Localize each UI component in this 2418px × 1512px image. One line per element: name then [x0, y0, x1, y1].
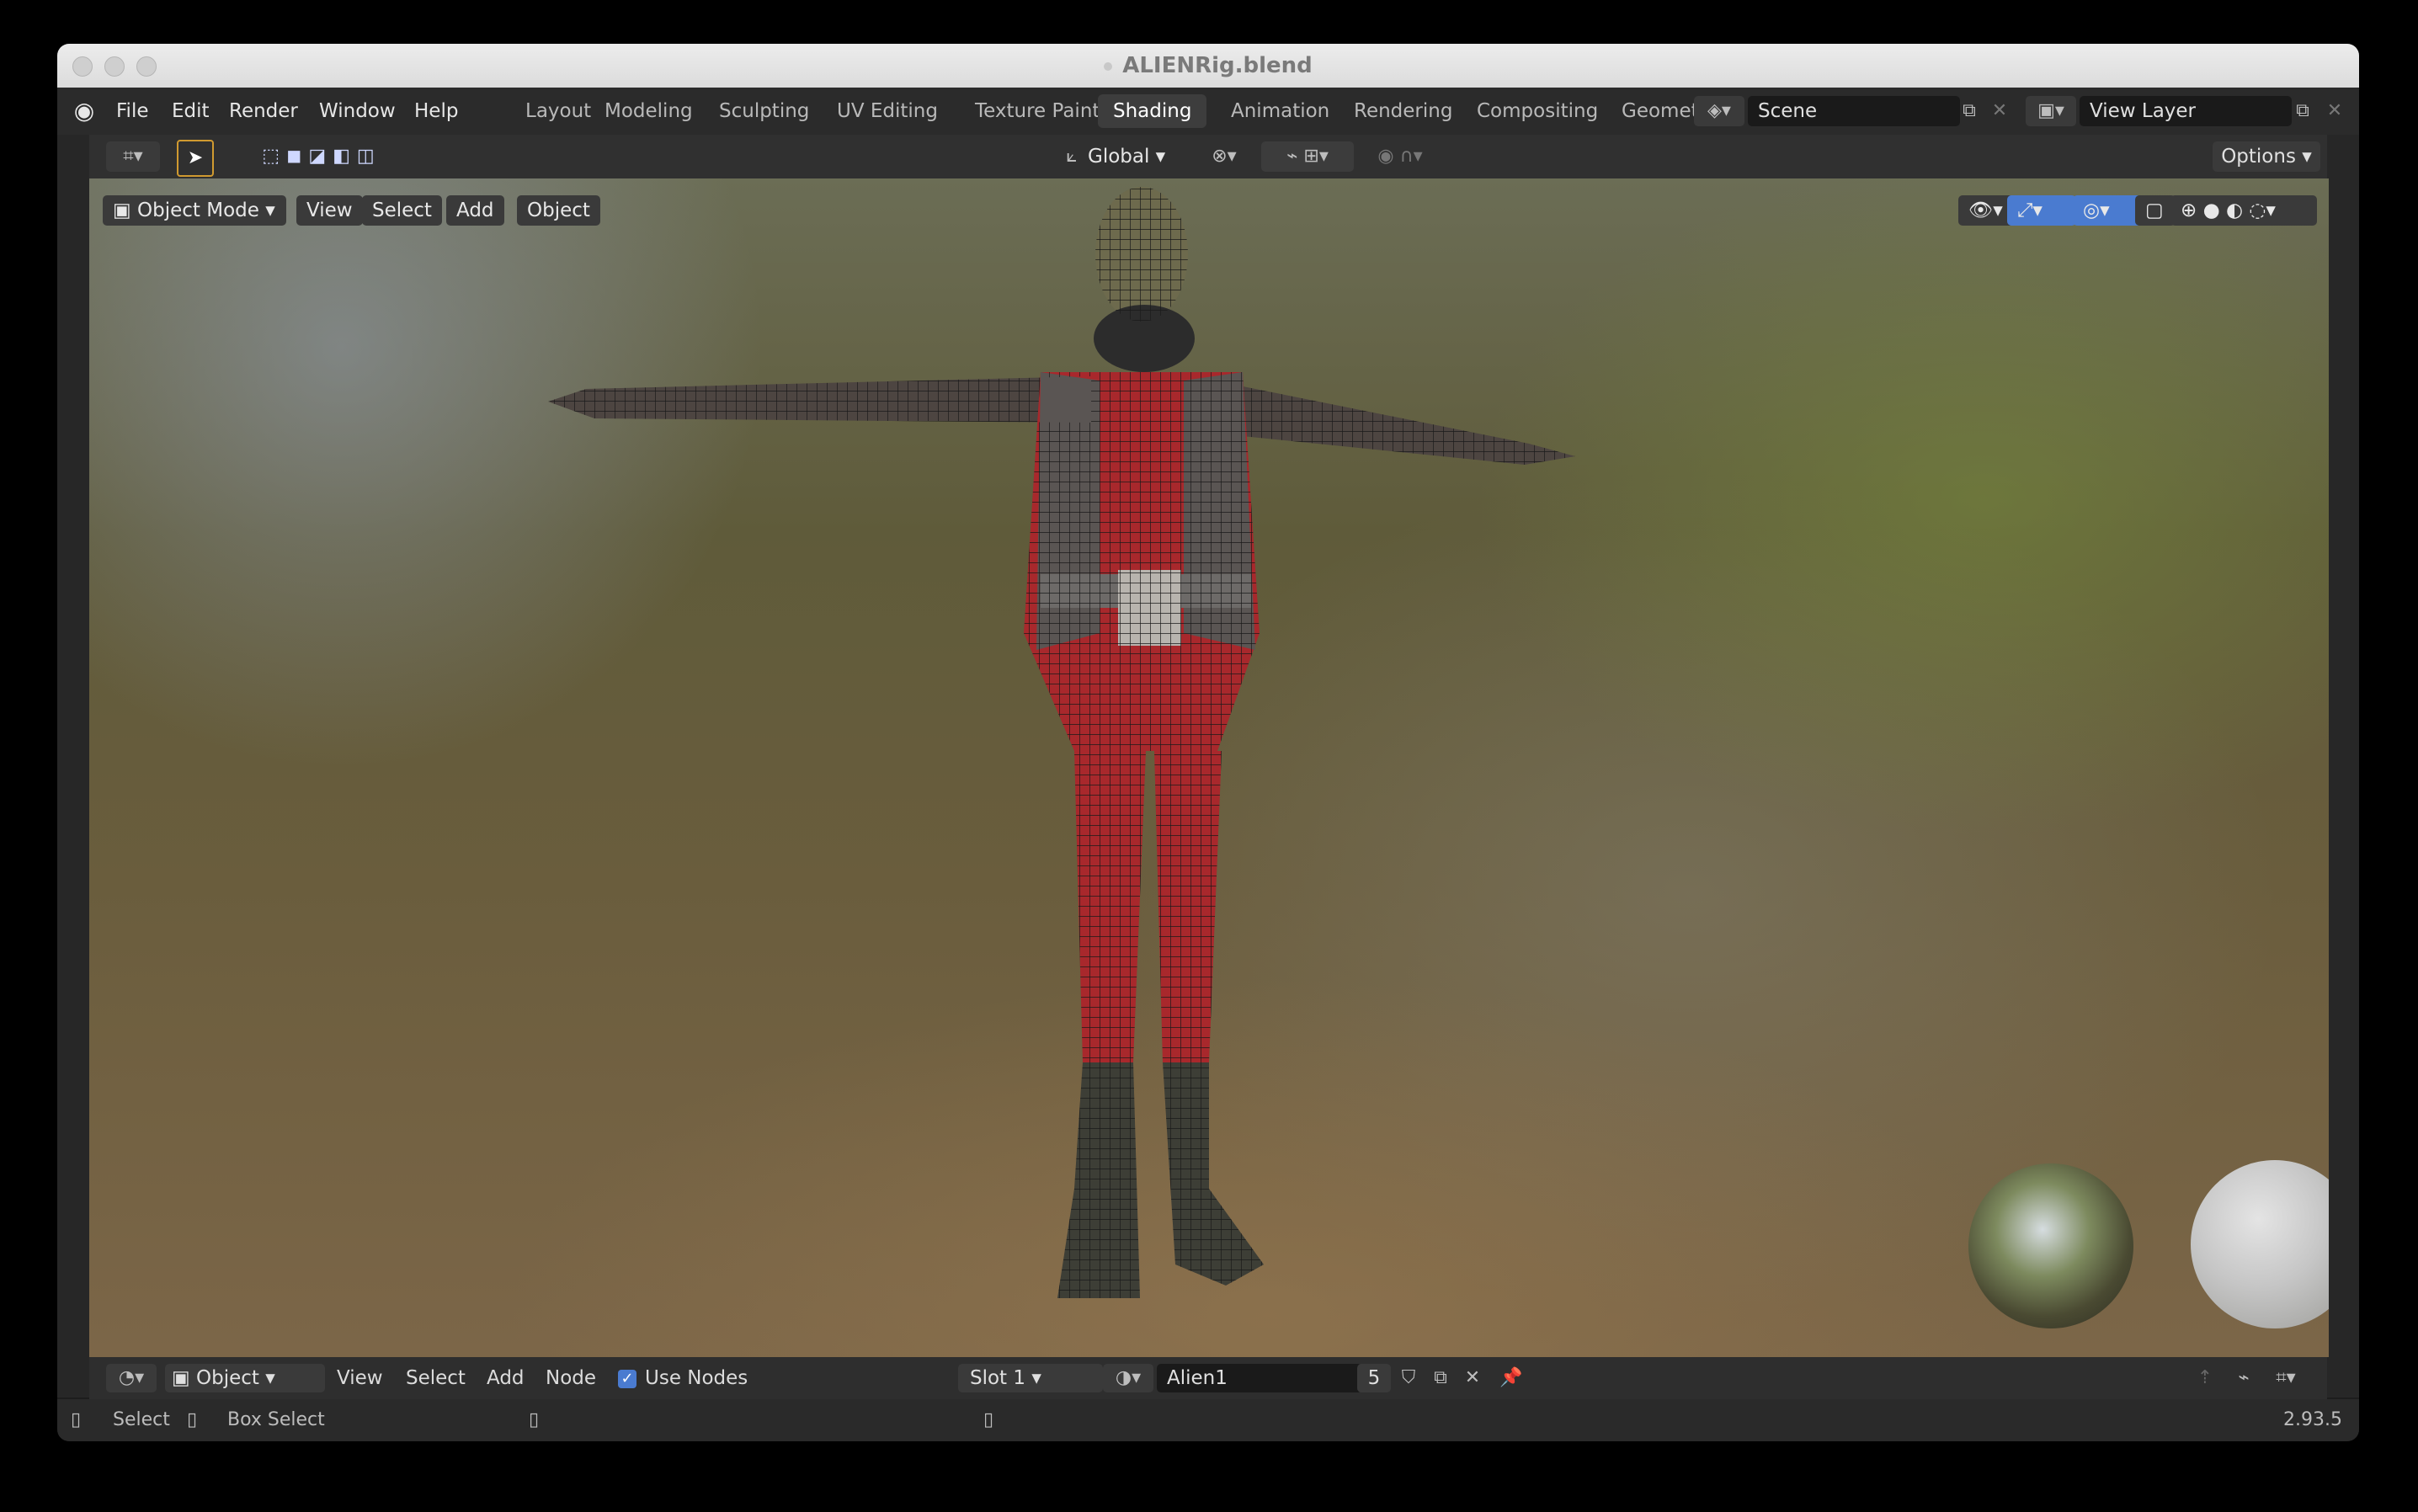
menu-window[interactable]: Window	[319, 88, 396, 135]
tab-texture-paint[interactable]: Texture Paint	[960, 94, 1115, 128]
scene-browse-icon[interactable]: ◈▾	[1694, 96, 1744, 126]
snapping-icon[interactable]: ⌁	[2229, 1364, 2258, 1392]
left-mouse-icon: ▯	[71, 1409, 82, 1430]
scene-name-field[interactable]: Scene	[1748, 96, 1960, 126]
scene-name: Scene	[1758, 100, 1818, 122]
delete-view-layer-icon[interactable]: ✕	[2320, 96, 2349, 126]
options-dropdown[interactable]: Options ▾	[2213, 141, 2320, 172]
editor-type-icon[interactable]: ⌗▾	[106, 141, 160, 172]
tab-compositing[interactable]: Compositing	[1462, 94, 1613, 128]
use-nodes-toggle[interactable]: ✓ Use Nodes	[618, 1357, 748, 1399]
transform-orientation-icon[interactable]: ⟀	[1057, 141, 1086, 172]
hdri-reflective-sphere	[1968, 1163, 2133, 1328]
status-bar: ▯ Select ▯ Box Select ▯ ▯ 2.93.5	[57, 1399, 2359, 1441]
options-label: Options	[2221, 146, 2296, 168]
parent-node-tree-icon[interactable]: ⇡	[2191, 1364, 2219, 1392]
window-title: ALIENRig.blend	[57, 44, 2359, 88]
shader-editor-header: ◔▾ ▣ Object ▾ View Select Add Node ✓ Use …	[89, 1357, 2327, 1399]
slot-label: Slot 1	[970, 1367, 1026, 1389]
shader-menu-node[interactable]: Node	[546, 1357, 596, 1399]
select-tool-icon[interactable]: ➤	[177, 140, 214, 177]
proportional-editing-icon[interactable]: ◉ ∩▾	[1362, 141, 1438, 172]
orientation-label: Global	[1088, 146, 1150, 168]
tab-uv-editing[interactable]: UV Editing	[822, 94, 953, 128]
view-layer-name: View Layer	[2090, 100, 2197, 122]
blender-version: 2.93.5	[2283, 1409, 2342, 1430]
material-slot-dropdown[interactable]: Slot 1 ▾	[958, 1364, 1103, 1392]
tab-animation[interactable]: Animation	[1216, 94, 1345, 128]
right-editor-strip	[2327, 135, 2359, 1398]
menu-render[interactable]: Render	[229, 88, 298, 135]
fake-user-shield-icon[interactable]: ⛉	[1394, 1364, 1423, 1392]
delete-scene-icon[interactable]: ✕	[1985, 96, 2014, 126]
pivot-point-icon[interactable]: ⊗▾	[1199, 141, 1249, 172]
tool-settings-bar: ⌗▾ ➤ ⬚◼◪◧◫ ⟀ Global ▾ ⊗▾ ⌁ ⊞▾ ◉ ∩▾ Optio…	[89, 135, 2327, 178]
status-select: Select	[113, 1409, 170, 1430]
checkbox-icon[interactable]: ✓	[618, 1369, 636, 1388]
blender-window: ALIENRig.blend ◉ File Edit Render Window…	[57, 44, 2359, 1441]
menu-edit[interactable]: Edit	[172, 88, 210, 135]
shader-editor-type-icon[interactable]: ◔▾	[106, 1364, 157, 1392]
material-user-count[interactable]: 5	[1357, 1364, 1391, 1392]
middle-mouse-icon: ▯	[187, 1409, 198, 1430]
snap-icon[interactable]: ⌁ ⊞▾	[1261, 141, 1354, 172]
tab-sculpting[interactable]: Sculpting	[704, 94, 824, 128]
snap-mode-icon[interactable]: ⌗▾	[2261, 1364, 2310, 1392]
title-bar: ALIENRig.blend	[57, 44, 2359, 88]
material-browse-icon[interactable]: ◑▾	[1103, 1364, 1153, 1392]
shader-menu-select[interactable]: Select	[406, 1357, 466, 1399]
view-layer-browse-icon[interactable]: ▣▾	[2026, 96, 2076, 126]
duplicate-material-icon[interactable]: ⧉	[1426, 1364, 1455, 1392]
new-view-layer-icon[interactable]: ⧉	[2288, 96, 2317, 126]
user-count-label: 5	[1367, 1367, 1381, 1389]
shader-menu-view[interactable]: View	[337, 1357, 383, 1399]
top-bar: ◉ File Edit Render Window Help Layout Mo…	[57, 88, 2359, 135]
document-icon	[1104, 61, 1113, 71]
blender-logo-icon[interactable]: ◉	[69, 98, 99, 125]
view-layer-field[interactable]: View Layer	[2080, 96, 2292, 126]
tab-rendering[interactable]: Rendering	[1339, 94, 1467, 128]
shader-object-dropdown[interactable]: ▣ Object ▾	[165, 1364, 325, 1392]
material-name: Alien1	[1167, 1367, 1228, 1389]
alien-character-model[interactable]	[89, 178, 2329, 1357]
shader-object-label: Object	[196, 1367, 259, 1389]
status-box-select: Box Select	[227, 1409, 325, 1430]
menu-help[interactable]: Help	[414, 88, 458, 135]
orientation-dropdown[interactable]: Global ▾	[1088, 141, 1185, 172]
left-editor-strip	[57, 135, 89, 1398]
tab-modeling[interactable]: Modeling	[589, 94, 708, 128]
3d-viewport[interactable]: ▣ Object Mode ▾ View Select Add Object 👁…	[89, 178, 2329, 1357]
shader-menu-add[interactable]: Add	[487, 1357, 525, 1399]
context-mouse-icon: ▯	[983, 1409, 994, 1430]
rotate-mouse-icon: ▯	[529, 1409, 540, 1430]
window-title-text: ALIENRig.blend	[1122, 53, 1313, 78]
use-nodes-label: Use Nodes	[645, 1367, 748, 1389]
material-name-field[interactable]: Alien1	[1157, 1364, 1362, 1392]
tab-shading[interactable]: Shading	[1098, 94, 1207, 128]
pin-icon[interactable]: 📌	[1497, 1364, 1526, 1392]
new-scene-icon[interactable]: ⧉	[1955, 96, 1984, 126]
selection-mode-icons[interactable]: ⬚◼◪◧◫	[237, 141, 406, 172]
menu-file[interactable]: File	[116, 88, 149, 135]
unlink-material-icon[interactable]: ✕	[1458, 1364, 1487, 1392]
